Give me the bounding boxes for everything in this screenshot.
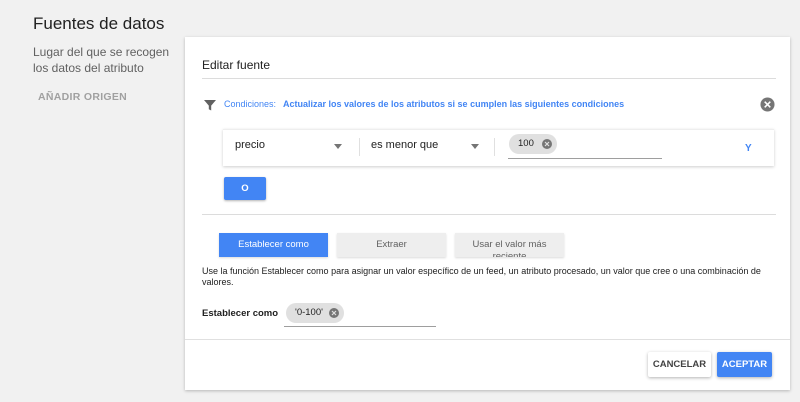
set-as-value-text: '0-100' xyxy=(295,307,323,318)
card-title: Editar fuente xyxy=(202,58,271,72)
set-as-input-underline xyxy=(284,326,436,327)
field-select[interactable]: precio xyxy=(235,137,346,157)
footer-divider xyxy=(185,339,790,340)
section-title: Fuentes de datos xyxy=(33,14,165,33)
tab-extract[interactable]: Extraer xyxy=(337,233,446,257)
set-as-value-chip[interactable]: '0-100' xyxy=(286,303,344,323)
tab-description: Use la función Establecer como para asig… xyxy=(202,266,761,287)
value-chip-text: 100 xyxy=(518,138,534,149)
condition-rule: precio es menor que 100 Y xyxy=(223,129,774,166)
chevron-down-icon xyxy=(334,144,342,149)
tab-use-latest[interactable]: Usar el valor más reciente xyxy=(455,233,564,257)
select-separator xyxy=(359,138,360,156)
or-button[interactable]: O xyxy=(224,177,266,200)
conditions-label: Condiciones: xyxy=(224,99,277,109)
operator-select[interactable]: es menor que xyxy=(371,137,483,157)
remove-chip-icon[interactable] xyxy=(542,139,552,149)
chevron-down-icon xyxy=(471,144,479,149)
conditions-text: Actualizar los valores de los atributos … xyxy=(283,99,625,109)
conditions-row: Condiciones: Actualizar los valores de l… xyxy=(203,97,775,113)
value-chip[interactable]: 100 xyxy=(509,134,557,154)
and-link[interactable]: Y xyxy=(745,143,752,154)
section-divider xyxy=(202,214,776,215)
set-as-label: Establecer como xyxy=(202,308,279,319)
value-input-underline xyxy=(508,158,662,159)
select-separator xyxy=(494,138,495,156)
filter-icon xyxy=(204,100,216,111)
cancel-button[interactable]: CANCELAR xyxy=(648,352,711,377)
remove-chip-icon[interactable] xyxy=(329,308,339,318)
field-select-value: precio xyxy=(235,139,265,151)
title-divider xyxy=(202,78,776,79)
add-origin-button[interactable]: AÑADIR ORIGEN xyxy=(38,91,127,103)
section-description: Lugar del que se recogen los datos del a… xyxy=(33,45,170,75)
close-icon[interactable] xyxy=(760,97,775,112)
operator-select-value: es menor que xyxy=(371,139,439,151)
edit-source-card: Editar fuente Condiciones: Actualizar lo… xyxy=(185,37,790,390)
accept-button[interactable]: ACEPTAR xyxy=(717,352,772,377)
tab-set-as[interactable]: Establecer como xyxy=(219,233,328,257)
